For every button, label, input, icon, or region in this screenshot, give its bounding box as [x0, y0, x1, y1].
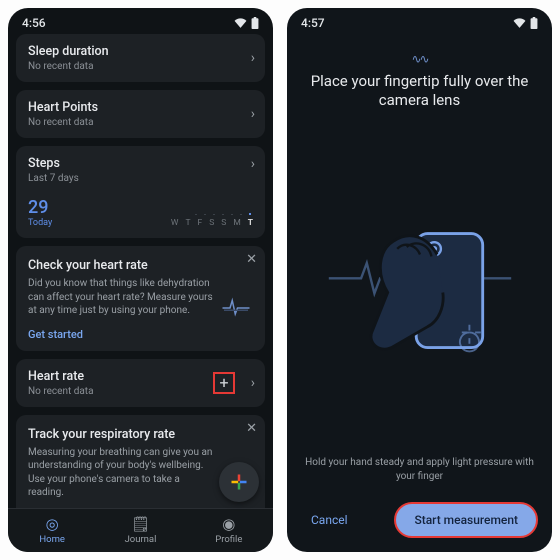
journal-icon: 🗒	[131, 517, 150, 532]
card-title: Sleep duration	[28, 44, 253, 59]
battery-icon	[251, 17, 259, 29]
button-row: Cancel Start measurement	[287, 502, 552, 552]
instruction-hint: Hold your hand steady and apply light pr…	[305, 456, 534, 484]
promo-title: Check your heart rate	[28, 258, 253, 273]
card-heart-points[interactable]: Heart Points No recent data ›	[16, 90, 265, 138]
card-subtitle: No recent data	[28, 61, 253, 72]
phone-left: 4:56 Sleep duration No recent data › Hea…	[8, 8, 273, 552]
chevron-right-icon: ›	[251, 106, 255, 122]
status-time: 4:57	[301, 16, 325, 30]
status-time: 4:56	[22, 16, 46, 30]
nav-home[interactable]: ◎ Home	[8, 509, 96, 552]
status-icons	[234, 17, 259, 29]
nav-label: Home	[39, 534, 65, 545]
scroll-content[interactable]: Sleep duration No recent data › Heart Po…	[8, 34, 273, 508]
profile-icon: ◉	[222, 517, 235, 532]
card-title: Heart Points	[28, 100, 253, 115]
promo-body: Did you know that things like dehydratio…	[28, 277, 253, 318]
start-measurement-button[interactable]: Start measurement	[394, 502, 538, 538]
fingertip-illustration	[305, 110, 534, 456]
card-heart-rate[interactable]: Heart rate No recent data + ›	[16, 359, 265, 407]
home-icon: ◎	[46, 517, 59, 532]
nav-profile[interactable]: ◉ Profile	[185, 509, 273, 552]
steps-bars	[195, 197, 251, 215]
steps-day-labels: W T F S S M T	[171, 218, 253, 228]
plus-multicolor-icon	[229, 472, 249, 492]
close-icon[interactable]: ✕	[246, 252, 257, 267]
card-check-heart-rate-promo[interactable]: ✕ Check your heart rate Did you know tha…	[16, 246, 265, 351]
add-heart-rate-button[interactable]: +	[213, 372, 235, 394]
heart-rate-illustration-icon	[221, 287, 251, 317]
battery-icon	[530, 17, 538, 29]
fingertip-illustration-icon	[325, 188, 515, 378]
status-bar: 4:56	[8, 8, 273, 34]
card-sleep-duration[interactable]: Sleep duration No recent data ›	[16, 34, 265, 82]
steps-chart: 29 Today W T	[28, 194, 253, 228]
phone-right: 4:57 ∿∿ Place your fingertip fully over …	[287, 8, 552, 552]
instruction-heading: Place your fingertip fully over the came…	[305, 72, 534, 110]
steps-today-block: 29 Today	[28, 197, 52, 228]
chevron-right-icon: ›	[251, 156, 255, 172]
nav-label: Profile	[215, 534, 242, 545]
nav-journal[interactable]: 🗒 Journal	[96, 509, 184, 552]
status-icons	[513, 17, 538, 29]
get-started-link[interactable]: Get started	[28, 328, 253, 341]
status-bar: 4:57	[287, 8, 552, 34]
promo-body: Measuring your breathing can give you an…	[28, 446, 253, 500]
chevron-right-icon: ›	[251, 375, 255, 391]
steps-value: 29	[28, 197, 52, 218]
card-steps[interactable]: Steps Last 7 days › 29 Today	[16, 146, 265, 238]
card-subtitle: Last 7 days	[28, 173, 253, 184]
promo-title: Track your respiratory rate	[28, 427, 253, 442]
nav-label: Journal	[125, 534, 157, 545]
measurement-screen: ∿∿ Place your fingertip fully over the c…	[287, 34, 552, 502]
fab-add-button[interactable]	[219, 462, 259, 502]
cancel-button[interactable]: Cancel	[301, 505, 358, 535]
chevron-right-icon: ›	[251, 50, 255, 66]
bottom-nav: ◎ Home 🗒 Journal ◉ Profile	[8, 508, 273, 552]
card-subtitle: No recent data	[28, 117, 253, 128]
card-title: Steps	[28, 156, 253, 171]
pulse-icon: ∿∿	[411, 52, 427, 66]
plus-icon: +	[219, 375, 228, 391]
steps-value-label: Today	[28, 218, 52, 228]
wifi-icon	[513, 18, 526, 28]
wifi-icon	[234, 18, 247, 28]
close-icon[interactable]: ✕	[246, 421, 257, 436]
